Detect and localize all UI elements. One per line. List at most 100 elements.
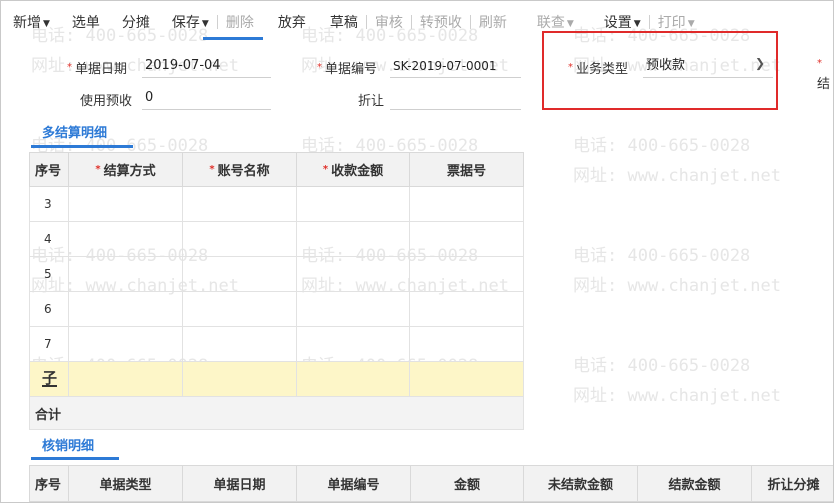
toolbar-button-5[interactable]: 放弃 — [278, 12, 306, 32]
toolbar-button-8[interactable]: 转预收 — [420, 12, 462, 32]
toolbar-button-1[interactable]: 选单 — [72, 12, 100, 32]
required-marker: * — [209, 164, 215, 175]
table-cell[interactable] — [182, 221, 297, 257]
verification-column-header: 单据编号 — [296, 465, 411, 502]
new-row-marker-cell[interactable]: 子 — [29, 361, 69, 397]
table-cell[interactable] — [409, 291, 524, 327]
biz-type-select[interactable]: 预收款 — [643, 56, 773, 78]
required-marker: * — [322, 164, 329, 175]
table-cell[interactable] — [68, 361, 183, 397]
discount-label: 折让 — [358, 94, 385, 109]
column-label: 收款金额 — [331, 164, 384, 179]
row-number[interactable]: 3 — [29, 186, 69, 222]
toolbar-button-label: 草稿 — [329, 15, 358, 31]
toolbar-button-7[interactable]: 审核 — [375, 12, 403, 32]
verification-column-header: 单据类型 — [68, 465, 183, 502]
date-field[interactable]: 2019-07-04 — [142, 56, 271, 78]
table-cell[interactable] — [296, 291, 410, 327]
settlement-column-header: 票据号 — [409, 152, 524, 187]
row-edit-icon[interactable]: 子 — [42, 371, 58, 387]
use-prepay-field[interactable]: 0 — [142, 88, 271, 110]
watermark-site: 网址: www.chanjet.net — [573, 386, 781, 406]
table-cell[interactable] — [182, 186, 297, 222]
row-number[interactable]: 6 — [29, 291, 69, 327]
toolbar-button-12[interactable]: 打印 ▼ — [658, 12, 695, 32]
table-cell[interactable] — [296, 221, 410, 257]
required-marker: * — [95, 164, 101, 175]
watermark-site: 网址: www.chanjet.net — [573, 166, 781, 186]
toolbar-button-label: 删除 — [225, 15, 254, 31]
biz-type-label: * 业务类型 — [568, 62, 629, 77]
verification-section-title[interactable]: 核销明细 — [42, 435, 94, 454]
toolbar-button-4[interactable]: 删除 — [226, 12, 254, 32]
voucher-window: 电话: 400-665-0028 电话: 400-665-0028 电话: 40… — [0, 0, 834, 503]
table-cell[interactable] — [296, 256, 410, 292]
chevron-down-icon: ▼ — [687, 19, 695, 29]
table-row[interactable]: 6 — [29, 291, 524, 327]
table-cell[interactable] — [68, 326, 183, 362]
toolbar-separator — [216, 15, 218, 29]
number-field[interactable]: SK-2019-07-0001 — [390, 56, 521, 78]
table-cell[interactable] — [68, 291, 183, 327]
toolbar-button-label: 联查 — [536, 15, 565, 31]
table-cell[interactable] — [182, 326, 297, 362]
table-cell[interactable] — [409, 221, 524, 257]
toolbar-button-3[interactable]: 保存 ▼ — [172, 12, 209, 32]
total-label: 合计 — [29, 396, 524, 430]
watermark-phone: 电话: 400-665-0028 — [573, 246, 751, 266]
table-cell[interactable] — [182, 256, 297, 292]
row-number[interactable]: 5 — [29, 256, 69, 292]
verification-table: 序号 单据类型 单据日期 单据编号 金额 未结款金额 结款金额 折让分摊 — [29, 465, 833, 502]
chevron-down-icon: ▼ — [566, 19, 574, 29]
watermark-phone: 电话: 400-665-0028 — [573, 356, 751, 376]
table-cell[interactable] — [409, 186, 524, 222]
settlement-column-header: 序号 — [29, 152, 69, 187]
toolbar-button-0[interactable]: 新增 ▼ — [13, 12, 50, 32]
toolbar-button-label: 打印 — [657, 15, 686, 31]
toolbar-button-9[interactable]: 刷新 — [479, 12, 507, 32]
number-label: * 单据编号 — [317, 62, 378, 77]
verification-column-header: 序号 — [29, 465, 69, 502]
toolbar-active-underline — [203, 37, 263, 40]
table-cell[interactable] — [182, 291, 297, 327]
table-row[interactable]: 4 — [29, 221, 524, 257]
table-cell[interactable] — [409, 256, 524, 292]
settlement-section-title[interactable]: 多结算明细 — [42, 122, 107, 141]
table-row[interactable]: 5 — [29, 256, 524, 292]
settlement-column-header: * 账号名称 — [182, 152, 297, 187]
column-label: 序号 — [35, 164, 62, 179]
table-row[interactable]: 3 — [29, 186, 524, 222]
toolbar-button-6[interactable]: 草稿 — [330, 12, 358, 32]
cut-label: *结 — [817, 58, 831, 92]
table-cell[interactable] — [182, 361, 297, 397]
toolbar-button-10[interactable]: 联查 ▼ — [537, 12, 574, 32]
new-row[interactable]: 子 — [29, 361, 524, 397]
toolbar-button-2[interactable]: 分摊 — [122, 12, 150, 32]
chevron-down-icon[interactable]: ❯ — [755, 56, 765, 70]
toolbar-button-11[interactable]: 设置 ▼ — [604, 12, 641, 32]
table-cell[interactable] — [409, 361, 524, 397]
row-number[interactable]: 7 — [29, 326, 69, 362]
table-row[interactable]: 7 — [29, 326, 524, 362]
table-cell[interactable] — [68, 221, 183, 257]
table-cell[interactable] — [296, 326, 410, 362]
toolbar-button-label: 分摊 — [121, 15, 150, 31]
watermark-site: 网址: www.chanjet.net — [573, 276, 781, 296]
watermark-phone: 电话: 400-665-0028 — [573, 136, 751, 156]
toolbar-button-label: 保存 — [171, 15, 200, 31]
table-cell[interactable] — [68, 256, 183, 292]
toolbar-separator — [469, 15, 471, 29]
table-cell[interactable] — [296, 361, 410, 397]
discount-field[interactable] — [390, 88, 521, 110]
settlement-column-header: * 收款金额 — [296, 152, 410, 187]
chevron-down-icon: ▼ — [201, 19, 209, 29]
chevron-down-icon: ▼ — [43, 19, 50, 29]
table-cell[interactable] — [296, 186, 410, 222]
row-number[interactable]: 4 — [29, 221, 69, 257]
column-label: 账号名称 — [217, 164, 270, 179]
table-cell[interactable] — [68, 186, 183, 222]
table-cell[interactable] — [409, 326, 524, 362]
verification-column-header: 单据日期 — [182, 465, 297, 502]
toolbar-button-label: 放弃 — [277, 15, 306, 31]
chevron-down-icon: ▼ — [633, 19, 641, 29]
